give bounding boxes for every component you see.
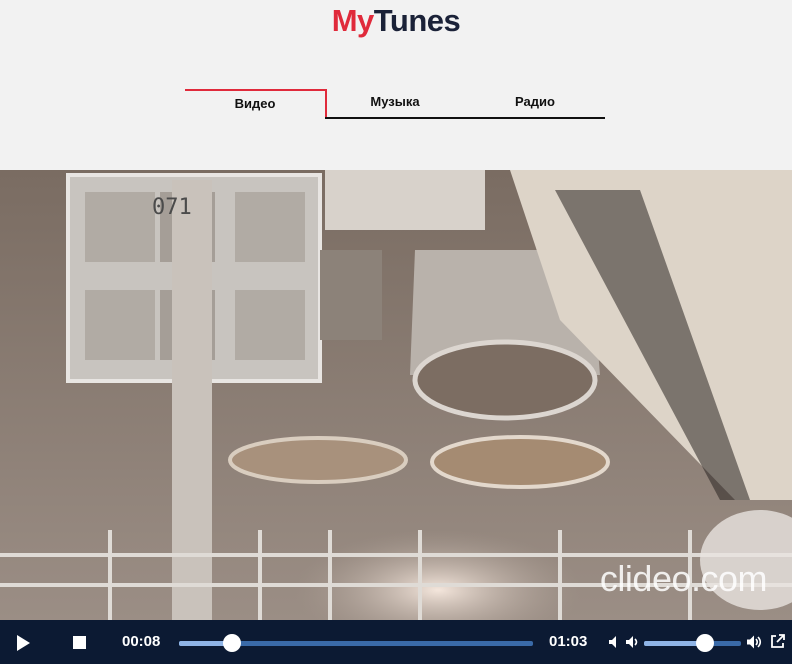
logo-tunes: Tunes [373,3,461,38]
tab-bar: Видео Музыка Радио [185,89,605,119]
player-controls: 00:08 01:03 [0,620,792,664]
external-link-icon[interactable] [770,633,786,649]
volume-high-icon[interactable] [746,634,764,650]
progress-bar[interactable] [179,634,533,652]
volume-handle[interactable] [696,634,715,652]
tab-radio[interactable]: Радио [465,89,605,119]
tab-music[interactable]: Музыка [325,89,465,119]
app-logo: MyTunes [0,3,792,39]
video-frame[interactable]: 071 clideo.com [0,170,792,620]
volume-mute-icon[interactable] [608,635,622,649]
play-icon[interactable] [17,635,30,651]
volume-low-icon[interactable] [625,635,639,649]
duration: 01:03 [549,633,588,650]
volume-slider[interactable] [644,634,741,652]
logo-my: My [331,3,375,38]
stop-icon[interactable] [73,636,86,649]
video-image: 071 [0,170,792,620]
tab-video[interactable]: Видео [185,89,327,117]
video-overlay-text: 071 [152,195,192,220]
watermark: clideo.com [599,558,768,599]
current-time: 00:08 [122,633,161,650]
progress-handle[interactable] [223,634,242,652]
